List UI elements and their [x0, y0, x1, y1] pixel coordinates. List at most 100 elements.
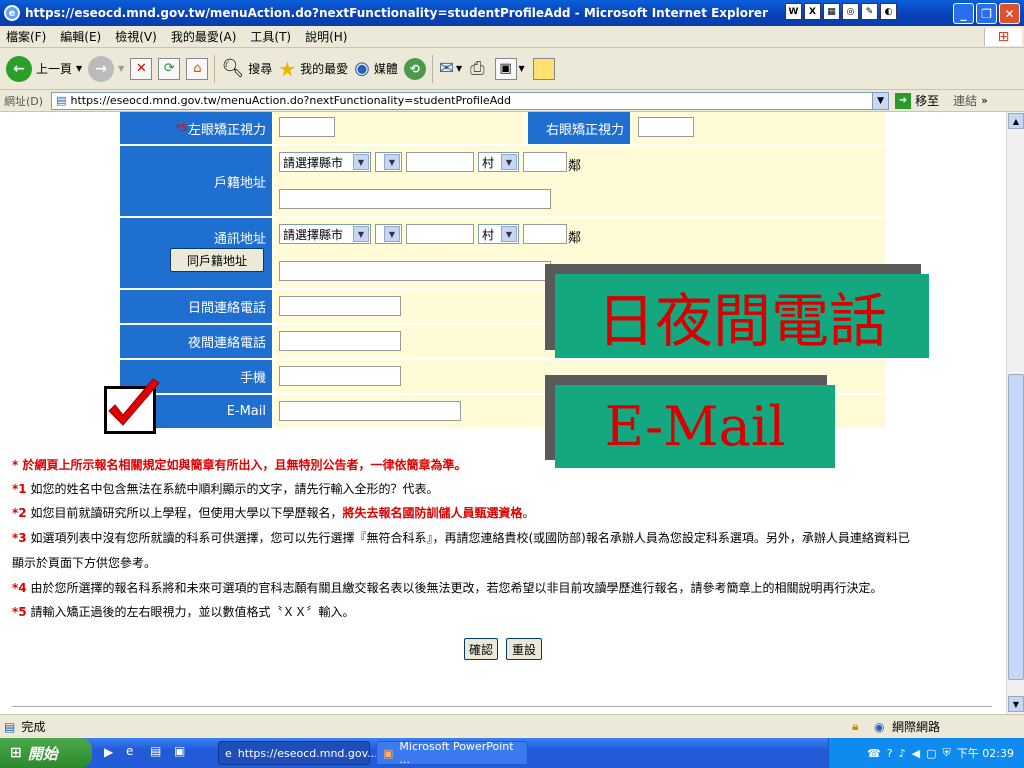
chevron-down-icon: ▼ — [76, 64, 83, 73]
title-app-icons: W X ▦ ◎ ✎ ◐ — [785, 3, 897, 20]
stop-icon[interactable]: ✕ — [130, 57, 153, 80]
search-button[interactable]: 🔍︎ 搜尋 — [221, 58, 272, 79]
minimize-button[interactable]: _ — [953, 3, 974, 24]
neighborhood-suffix: 鄰 — [568, 159, 582, 174]
mailing-village-select[interactable]: 村 ▼ — [478, 224, 519, 244]
household-detail-input[interactable] — [279, 189, 551, 209]
volume-icon[interactable]: ♪ — [899, 747, 906, 760]
maximize-button[interactable]: ❐ — [976, 3, 997, 24]
mailing-district-select[interactable]: ▼ — [375, 224, 402, 244]
app-icon[interactable]: ◎ — [842, 3, 859, 20]
forward-button[interactable]: → ▼ — [88, 55, 124, 82]
app-icon[interactable]: W — [785, 3, 802, 20]
print-icon[interactable]: ⎙ — [470, 58, 484, 79]
network-icon[interactable]: ☎ — [867, 747, 881, 760]
shield-icon[interactable]: ⛨ — [943, 746, 951, 760]
chevron-down-icon[interactable]: ▼ — [456, 64, 462, 73]
chevron-down-icon: ▼ — [353, 154, 369, 170]
day-phone-input[interactable] — [279, 296, 401, 316]
title-bar: e https://eseocd.mnd.gov.tw/menuAction.d… — [0, 0, 1024, 26]
neighborhood-suffix: 鄰 — [568, 231, 582, 246]
household-road-input[interactable] — [406, 152, 474, 172]
mail-icon[interactable]: ✉ — [439, 58, 454, 79]
scroll-up-icon[interactable]: ▲ — [1008, 113, 1024, 129]
media-player-icon[interactable]: ▶ — [104, 745, 113, 759]
ie-icon: e — [4, 5, 20, 21]
back-button[interactable]: ← 上一頁 ▼ — [6, 55, 83, 82]
scroll-down-icon[interactable]: ▼ — [1008, 696, 1024, 712]
page-icon: ▤ — [4, 719, 16, 734]
desktop-icon[interactable]: ▣ — [174, 744, 185, 758]
favorites-button[interactable]: ★ 我的最愛 — [278, 57, 348, 81]
left-vision-label-cell: *5 左眼矯正視力 — [120, 112, 272, 144]
household-village-select[interactable]: 村 ▼ — [478, 152, 519, 172]
menu-favorites[interactable]: 我的最愛(A) — [171, 28, 237, 45]
left-vision-input[interactable] — [279, 117, 335, 137]
email-banner: E-Mail — [555, 385, 835, 468]
app-icon[interactable]: ▦ — [823, 3, 840, 20]
chevron-down-icon: ▼ — [353, 226, 369, 242]
toolbar: ← 上一頁 ▼ → ▼ ✕ ⟳ ⌂ 🔍︎ 搜尋 ★ 我的最愛 ◉ 媒體 ⟲ ✉ … — [0, 48, 1024, 90]
menu-bar: 檔案(F) 編輯(E) 檢視(V) 我的最愛(A) 工具(T) 說明(H) ⊞ — [0, 26, 1024, 48]
menu-file[interactable]: 檔案(F) — [6, 28, 46, 45]
email-input[interactable] — [279, 401, 461, 421]
star-icon: ★ — [278, 56, 297, 81]
go-arrow-icon[interactable]: ➜ — [895, 92, 912, 109]
night-phone-input[interactable] — [279, 331, 401, 351]
chevron-right-icon[interactable]: » — [981, 94, 988, 107]
mobile-input[interactable] — [279, 366, 401, 386]
confirm-button[interactable]: 確認 — [464, 638, 498, 660]
app-icon[interactable]: ✎ — [861, 3, 878, 20]
monitor-icon[interactable]: ▢ — [926, 747, 936, 760]
mailing-detail-input[interactable] — [279, 261, 551, 281]
right-vision-input[interactable] — [638, 117, 694, 137]
chevron-down-icon[interactable]: ▼ — [872, 92, 889, 109]
note-icon[interactable] — [532, 57, 555, 80]
note-2: *2 如您目前就讀研究所以上學程，但使用大學以下學歷報名，將失去報名國防訓儲人員… — [12, 506, 535, 520]
menu-edit[interactable]: 編輯(E) — [60, 28, 101, 45]
household-neighborhood-input[interactable] — [523, 152, 567, 172]
mailing-city-select[interactable]: 請選擇縣市 ▼ — [279, 224, 371, 244]
app-icon[interactable]: X — [804, 3, 821, 20]
note-3-cont: 顯示於頁面下方供您參考。 — [12, 556, 157, 570]
mailing-road-input[interactable] — [406, 224, 474, 244]
household-label-cell: 戶籍地址 — [120, 146, 272, 216]
start-button[interactable]: ⊞ 開始 — [0, 738, 92, 768]
refresh-icon[interactable]: ⟳ — [158, 57, 181, 80]
windows-logo-icon: ⊞ — [984, 28, 1022, 46]
task-powerpoint[interactable]: ▣ Microsoft PowerPoint ... — [376, 740, 528, 766]
history-icon[interactable]: ⟲ — [403, 57, 426, 80]
links-button[interactable]: 連結 — [953, 92, 977, 109]
media-button[interactable]: ◉ 媒體 — [354, 58, 398, 79]
ie-icon: e — [225, 746, 232, 760]
home-icon[interactable]: ⌂ — [186, 57, 209, 80]
vertical-scrollbar[interactable]: ▲ ▼ — [1006, 112, 1024, 714]
edit-icon[interactable]: ▣ — [494, 57, 517, 80]
task-ie[interactable]: e https://eseocd.mnd.gov... — [218, 741, 378, 765]
menu-help[interactable]: 說明(H) — [305, 28, 347, 45]
page-content: *5 左眼矯正視力 右眼矯正視力 戶籍地址 請選擇縣市 ▼ ▼ 村 ▼ 鄰 通訊… — [0, 112, 1006, 714]
address-input[interactable]: ▤ https://eseocd.mnd.gov.tw/menuAction.d… — [51, 91, 890, 110]
mailing-neighborhood-input[interactable] — [523, 224, 567, 244]
same-as-household-button[interactable]: 同戶籍地址 — [170, 248, 264, 272]
household-city-select[interactable]: 請選擇縣市 ▼ — [279, 152, 371, 172]
arrow-left-icon[interactable]: ◀ — [912, 747, 920, 760]
app-icon[interactable]: ◐ — [880, 3, 897, 20]
window-title: https://eseocd.mnd.gov.tw/menuAction.do?… — [25, 6, 768, 20]
note-star: * 於網頁上所示報名相關規定如與簡章有所出入，且無特別公告者，一律依簡章為準。 — [12, 458, 467, 472]
go-button[interactable]: 移至 — [915, 92, 939, 109]
menu-tools[interactable]: 工具(T) — [250, 28, 291, 45]
folder-icon[interactable]: ▤ — [150, 744, 161, 758]
forward-arrow-icon: → — [88, 55, 115, 82]
close-button[interactable]: ✕ — [999, 3, 1020, 24]
search-icon: 🔍︎ — [221, 58, 245, 79]
divider — [12, 706, 992, 707]
scroll-thumb[interactable] — [1008, 374, 1024, 680]
ie-icon[interactable]: e — [126, 744, 133, 758]
menu-view[interactable]: 檢視(V) — [115, 28, 157, 45]
reset-button[interactable]: 重設 — [506, 638, 542, 660]
help-icon[interactable]: ? — [887, 747, 893, 760]
household-district-select[interactable]: ▼ — [375, 152, 402, 172]
chevron-down-icon[interactable]: ▼ — [519, 64, 525, 73]
globe-icon: ◉ — [354, 58, 370, 79]
